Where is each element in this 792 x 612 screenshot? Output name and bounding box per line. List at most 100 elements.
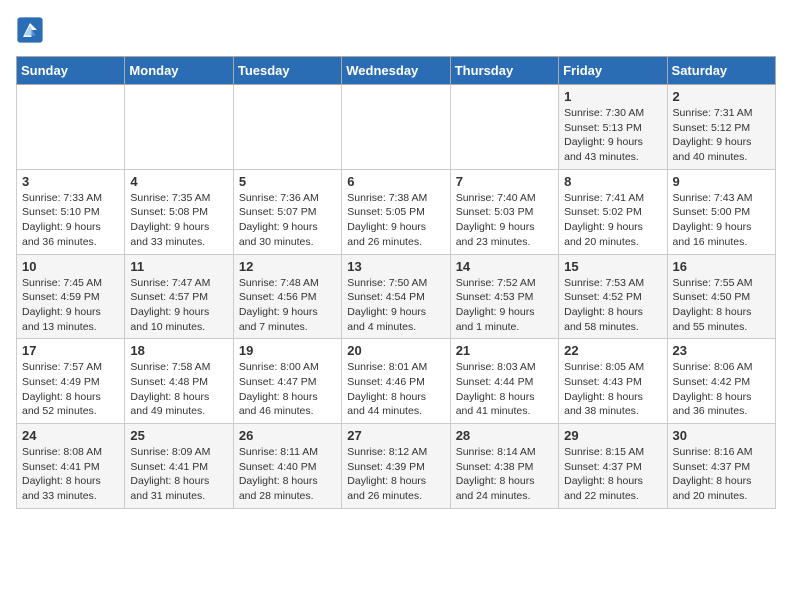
day-number: 16	[673, 259, 770, 274]
calendar-cell: 20 Sunrise: 8:01 AM Sunset: 4:46 PM Dayli…	[342, 339, 450, 424]
calendar-header-row: SundayMondayTuesdayWednesdayThursdayFrid…	[17, 57, 776, 85]
calendar-cell: 10Sunrise: 7:45 AM Sunset: 4:59 PM Dayli…	[17, 254, 125, 339]
logo-icon	[16, 16, 44, 44]
calendar-cell: 6 Sunrise: 7:38 AM Sunset: 5:05 PM Daylig…	[342, 169, 450, 254]
day-info: Sunrise: 7:36 AM Sunset: 5:07 PM Dayligh…	[239, 191, 336, 250]
day-number: 13	[347, 259, 444, 274]
day-number: 12	[239, 259, 336, 274]
calendar-cell: 13 Sunrise: 7:50 AM Sunset: 4:54 PM Dayli…	[342, 254, 450, 339]
day-number: 21	[456, 343, 553, 358]
day-info: Sunrise: 7:35 AM Sunset: 5:08 PM Dayligh…	[130, 191, 227, 250]
page-header	[16, 16, 776, 44]
day-number: 5	[239, 174, 336, 189]
day-info: Sunrise: 8:08 AM Sunset: 4:41 PM Dayligh…	[22, 445, 119, 504]
weekday-header: Friday	[559, 57, 667, 85]
calendar-cell: 30Sunrise: 8:16 AM Sunset: 4:37 PM Dayli…	[667, 424, 775, 509]
calendar-week-row: 3 Sunrise: 7:33 AM Sunset: 5:10 PM Daylig…	[17, 169, 776, 254]
day-info: Sunrise: 7:38 AM Sunset: 5:05 PM Dayligh…	[347, 191, 444, 250]
calendar-cell	[17, 85, 125, 170]
calendar-cell	[233, 85, 341, 170]
day-info: Sunrise: 8:12 AM Sunset: 4:39 PM Dayligh…	[347, 445, 444, 504]
calendar-cell: 12 Sunrise: 7:48 AM Sunset: 4:56 PM Dayli…	[233, 254, 341, 339]
day-info: Sunrise: 7:31 AM Sunset: 5:12 PM Dayligh…	[673, 106, 770, 165]
calendar-cell: 8 Sunrise: 7:41 AM Sunset: 5:02 PM Daylig…	[559, 169, 667, 254]
day-info: Sunrise: 7:48 AM Sunset: 4:56 PM Dayligh…	[239, 276, 336, 335]
day-number: 30	[673, 428, 770, 443]
day-info: Sunrise: 7:47 AM Sunset: 4:57 PM Dayligh…	[130, 276, 227, 335]
day-number: 17	[22, 343, 119, 358]
calendar-cell: 11 Sunrise: 7:47 AM Sunset: 4:57 PM Dayli…	[125, 254, 233, 339]
calendar-cell: 25 Sunrise: 8:09 AM Sunset: 4:41 PM Dayli…	[125, 424, 233, 509]
calendar-cell: 23 Sunrise: 8:06 AM Sunset: 4:42 PM Dayli…	[667, 339, 775, 424]
day-number: 24	[22, 428, 119, 443]
day-number: 15	[564, 259, 661, 274]
day-number: 29	[564, 428, 661, 443]
weekday-header: Monday	[125, 57, 233, 85]
calendar-cell: 5 Sunrise: 7:36 AM Sunset: 5:07 PM Daylig…	[233, 169, 341, 254]
calendar-week-row: 24 Sunrise: 8:08 AM Sunset: 4:41 PM Dayli…	[17, 424, 776, 509]
day-number: 4	[130, 174, 227, 189]
day-info: Sunrise: 7:43 AM Sunset: 5:00 PM Dayligh…	[673, 191, 770, 250]
day-info: Sunrise: 8:14 AM Sunset: 4:38 PM Dayligh…	[456, 445, 553, 504]
calendar-cell: 1 Sunrise: 7:30 AM Sunset: 5:13 PM Daylig…	[559, 85, 667, 170]
day-info: Sunrise: 8:05 AM Sunset: 4:43 PM Dayligh…	[564, 360, 661, 419]
weekday-header: Wednesday	[342, 57, 450, 85]
day-number: 1	[564, 89, 661, 104]
day-info: Sunrise: 7:58 AM Sunset: 4:48 PM Dayligh…	[130, 360, 227, 419]
day-info: Sunrise: 7:41 AM Sunset: 5:02 PM Dayligh…	[564, 191, 661, 250]
day-info: Sunrise: 8:03 AM Sunset: 4:44 PM Dayligh…	[456, 360, 553, 419]
day-info: Sunrise: 8:09 AM Sunset: 4:41 PM Dayligh…	[130, 445, 227, 504]
day-info: Sunrise: 7:57 AM Sunset: 4:49 PM Dayligh…	[22, 360, 119, 419]
weekday-header: Saturday	[667, 57, 775, 85]
day-number: 3	[22, 174, 119, 189]
calendar-cell: 29Sunrise: 8:15 AM Sunset: 4:37 PM Dayli…	[559, 424, 667, 509]
calendar-cell: 14Sunrise: 7:52 AM Sunset: 4:53 PM Dayli…	[450, 254, 558, 339]
calendar-cell: 24 Sunrise: 8:08 AM Sunset: 4:41 PM Dayli…	[17, 424, 125, 509]
calendar-cell: 26Sunrise: 8:11 AM Sunset: 4:40 PM Dayli…	[233, 424, 341, 509]
calendar-cell: 3 Sunrise: 7:33 AM Sunset: 5:10 PM Daylig…	[17, 169, 125, 254]
calendar-cell: 28 Sunrise: 8:14 AM Sunset: 4:38 PM Dayli…	[450, 424, 558, 509]
day-number: 20	[347, 343, 444, 358]
day-info: Sunrise: 8:06 AM Sunset: 4:42 PM Dayligh…	[673, 360, 770, 419]
day-number: 27	[347, 428, 444, 443]
day-number: 25	[130, 428, 227, 443]
calendar-cell: 16 Sunrise: 7:55 AM Sunset: 4:50 PM Dayli…	[667, 254, 775, 339]
calendar-cell: 22Sunrise: 8:05 AM Sunset: 4:43 PM Dayli…	[559, 339, 667, 424]
calendar-cell	[450, 85, 558, 170]
calendar-cell: 21 Sunrise: 8:03 AM Sunset: 4:44 PM Dayli…	[450, 339, 558, 424]
day-number: 2	[673, 89, 770, 104]
calendar-cell: 4 Sunrise: 7:35 AM Sunset: 5:08 PM Daylig…	[125, 169, 233, 254]
day-info: Sunrise: 7:33 AM Sunset: 5:10 PM Dayligh…	[22, 191, 119, 250]
calendar-cell: 19 Sunrise: 8:00 AM Sunset: 4:47 PM Dayli…	[233, 339, 341, 424]
day-number: 19	[239, 343, 336, 358]
day-info: Sunrise: 7:53 AM Sunset: 4:52 PM Dayligh…	[564, 276, 661, 335]
calendar-cell: 15 Sunrise: 7:53 AM Sunset: 4:52 PM Dayli…	[559, 254, 667, 339]
calendar-table: SundayMondayTuesdayWednesdayThursdayFrid…	[16, 56, 776, 509]
day-info: Sunrise: 8:01 AM Sunset: 4:46 PM Dayligh…	[347, 360, 444, 419]
day-info: Sunrise: 7:50 AM Sunset: 4:54 PM Dayligh…	[347, 276, 444, 335]
day-number: 26	[239, 428, 336, 443]
day-info: Sunrise: 7:55 AM Sunset: 4:50 PM Dayligh…	[673, 276, 770, 335]
day-info: Sunrise: 7:52 AM Sunset: 4:53 PM Dayligh…	[456, 276, 553, 335]
calendar-week-row: 17 Sunrise: 7:57 AM Sunset: 4:49 PM Dayli…	[17, 339, 776, 424]
calendar-cell: 27 Sunrise: 8:12 AM Sunset: 4:39 PM Dayli…	[342, 424, 450, 509]
weekday-header: Tuesday	[233, 57, 341, 85]
calendar-cell: 9 Sunrise: 7:43 AM Sunset: 5:00 PM Daylig…	[667, 169, 775, 254]
day-number: 23	[673, 343, 770, 358]
day-info: Sunrise: 7:40 AM Sunset: 5:03 PM Dayligh…	[456, 191, 553, 250]
weekday-header: Thursday	[450, 57, 558, 85]
day-info: Sunrise: 7:30 AM Sunset: 5:13 PM Dayligh…	[564, 106, 661, 165]
day-number: 28	[456, 428, 553, 443]
day-number: 8	[564, 174, 661, 189]
calendar-cell	[125, 85, 233, 170]
calendar-cell	[342, 85, 450, 170]
calendar-cell: 17 Sunrise: 7:57 AM Sunset: 4:49 PM Dayli…	[17, 339, 125, 424]
day-number: 9	[673, 174, 770, 189]
day-number: 6	[347, 174, 444, 189]
logo	[16, 16, 46, 44]
day-number: 7	[456, 174, 553, 189]
day-info: Sunrise: 8:00 AM Sunset: 4:47 PM Dayligh…	[239, 360, 336, 419]
calendar-week-row: 1 Sunrise: 7:30 AM Sunset: 5:13 PM Daylig…	[17, 85, 776, 170]
day-number: 11	[130, 259, 227, 274]
weekday-header: Sunday	[17, 57, 125, 85]
